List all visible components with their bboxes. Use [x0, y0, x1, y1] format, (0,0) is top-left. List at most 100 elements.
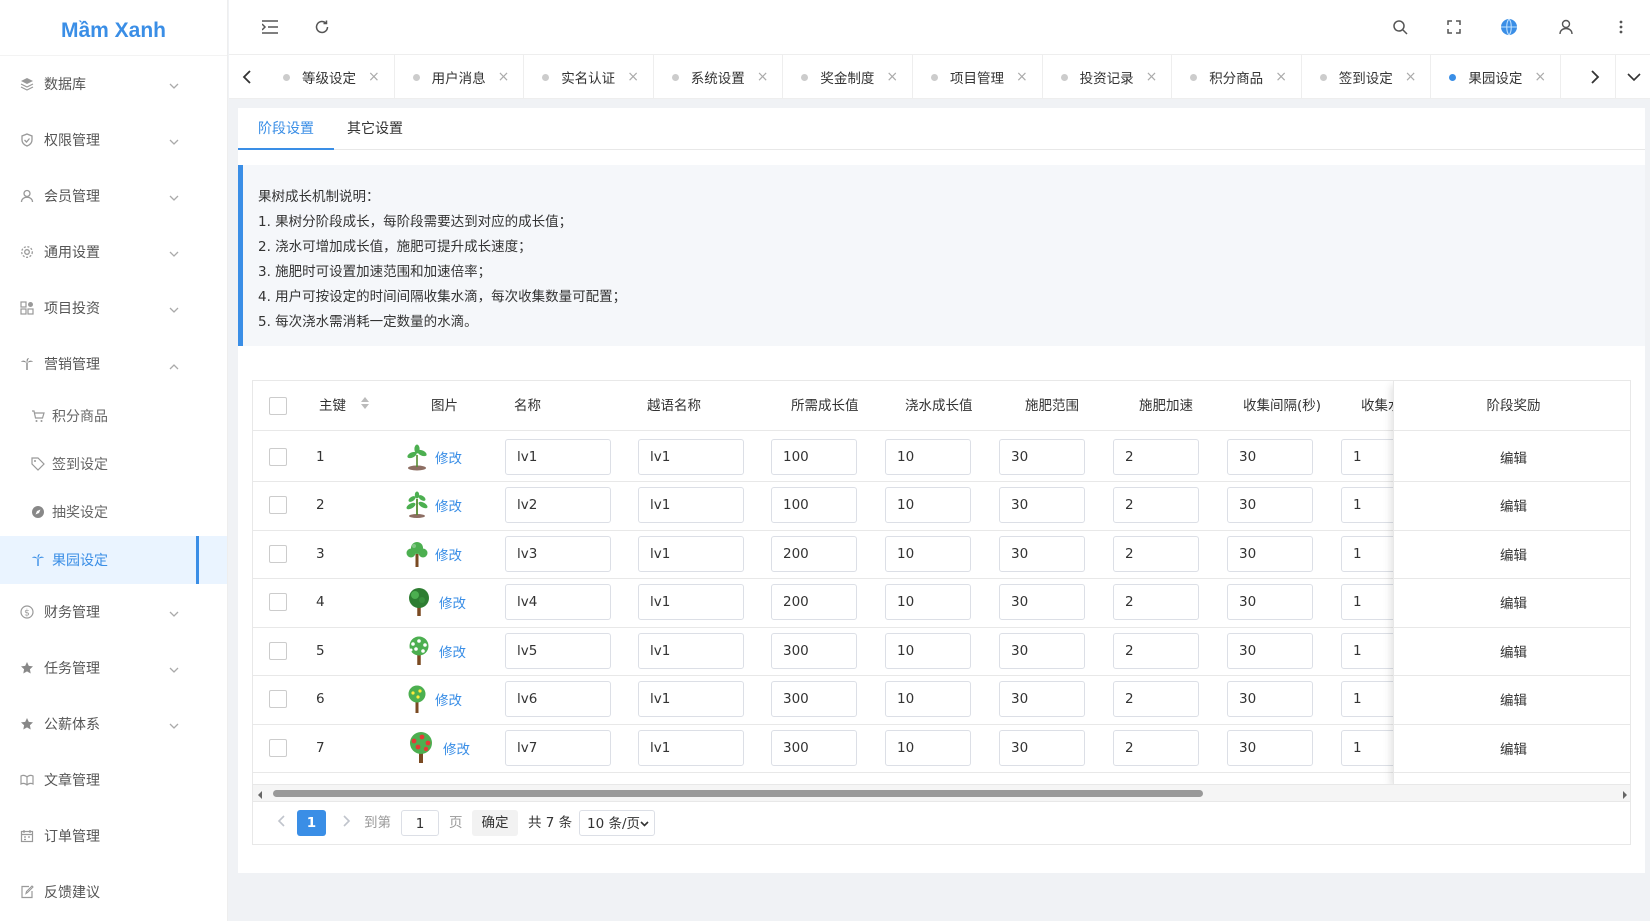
- tab-item[interactable]: 签到设定 ×: [1302, 55, 1432, 99]
- row-checkbox[interactable]: [269, 625, 287, 676]
- interval-input[interactable]: 30: [1227, 681, 1313, 717]
- edit-reward-button[interactable]: 编辑: [1394, 674, 1630, 725]
- close-icon[interactable]: ×: [1405, 69, 1417, 85]
- sidebar-subitem[interactable]: 果园设定: [0, 536, 227, 584]
- header-id[interactable]: 主键: [319, 381, 370, 431]
- row-checkbox[interactable]: [269, 528, 287, 579]
- name-input[interactable]: lv7: [505, 729, 611, 766]
- growth-input[interactable]: 300: [771, 729, 857, 766]
- collect-input[interactable]: 1: [1341, 438, 1401, 475]
- edit-reward-button[interactable]: 编辑: [1394, 431, 1630, 482]
- interval-input[interactable]: 30: [1227, 535, 1313, 572]
- collect-input[interactable]: 1: [1341, 584, 1401, 620]
- tab-item[interactable]: 投资记录 ×: [1043, 55, 1173, 99]
- sidebar-item[interactable]: 公薪体系: [0, 696, 227, 752]
- name-input[interactable]: lv5: [505, 632, 611, 669]
- app-logo[interactable]: Mầm Xanh: [0, 0, 227, 56]
- horizontal-scrollbar[interactable]: [253, 784, 1630, 801]
- fert-speed-input[interactable]: 2: [1113, 584, 1199, 620]
- close-icon[interactable]: ×: [1275, 69, 1287, 85]
- edit-image-link[interactable]: 修改: [435, 447, 462, 467]
- edit-reward-button[interactable]: 编辑: [1394, 722, 1630, 773]
- vi-name-input[interactable]: lv1: [638, 681, 744, 717]
- close-icon[interactable]: ×: [1534, 69, 1546, 85]
- sidebar-item[interactable]: 数据库: [0, 56, 227, 112]
- fert-range-input[interactable]: 30: [999, 438, 1085, 475]
- page-1-button[interactable]: 1: [297, 810, 326, 836]
- water-input[interactable]: 10: [885, 681, 971, 717]
- water-input[interactable]: 10: [885, 487, 971, 523]
- water-input[interactable]: 10: [885, 438, 971, 475]
- tab-item[interactable]: 奖金制度 ×: [783, 55, 913, 99]
- edit-reward-button[interactable]: 编辑: [1394, 625, 1630, 676]
- sidebar-item[interactable]: 文章管理: [0, 752, 227, 808]
- prev-page-icon[interactable]: [271, 810, 291, 836]
- interval-input[interactable]: 30: [1227, 632, 1313, 669]
- sidebar-item[interactable]: $ 财务管理: [0, 584, 227, 640]
- tabs-scroll-left-icon[interactable]: [229, 55, 265, 99]
- fert-range-input[interactable]: 30: [999, 632, 1085, 669]
- row-checkbox[interactable]: [269, 722, 287, 773]
- tab-other-settings[interactable]: 其它设置: [340, 108, 410, 150]
- scrollbar-thumb[interactable]: [273, 790, 1203, 797]
- scroll-left-icon[interactable]: [257, 788, 263, 801]
- collect-input[interactable]: 1: [1341, 535, 1401, 572]
- vi-name-input[interactable]: lv1: [638, 632, 744, 669]
- close-icon[interactable]: ×: [1146, 69, 1158, 85]
- fert-speed-input[interactable]: 2: [1113, 729, 1199, 766]
- interval-input[interactable]: 30: [1227, 729, 1313, 766]
- sort-icon[interactable]: [360, 381, 370, 431]
- collect-input[interactable]: 1: [1341, 681, 1401, 717]
- growth-input[interactable]: 300: [771, 632, 857, 669]
- sidebar-item[interactable]: 任务管理: [0, 640, 227, 696]
- scroll-right-icon[interactable]: [1622, 788, 1628, 801]
- fert-speed-input[interactable]: 2: [1113, 487, 1199, 523]
- sidebar-subitem[interactable]: 积分商品: [0, 392, 227, 440]
- row-checkbox[interactable]: [269, 577, 287, 628]
- water-input[interactable]: 10: [885, 632, 971, 669]
- sidebar-item[interactable]: 项目投资: [0, 280, 227, 336]
- page-size-select[interactable]: 10 条/页: [579, 810, 655, 836]
- edit-image-link[interactable]: 修改: [435, 544, 462, 564]
- water-input[interactable]: 10: [885, 584, 971, 620]
- close-icon[interactable]: ×: [757, 69, 769, 85]
- row-checkbox[interactable]: [269, 431, 287, 482]
- edit-reward-button[interactable]: 编辑: [1394, 577, 1630, 628]
- tabs-scroll-right-icon[interactable]: [1577, 55, 1613, 99]
- fert-range-input[interactable]: 30: [999, 535, 1085, 572]
- vi-name-input[interactable]: lv1: [638, 729, 744, 766]
- fert-range-input[interactable]: 30: [999, 487, 1085, 523]
- fert-speed-input[interactable]: 2: [1113, 681, 1199, 717]
- interval-input[interactable]: 30: [1227, 584, 1313, 620]
- vi-name-input[interactable]: lv1: [638, 487, 744, 523]
- next-page-icon[interactable]: [337, 810, 357, 836]
- close-icon[interactable]: ×: [627, 69, 639, 85]
- edit-image-link[interactable]: 修改: [443, 738, 470, 758]
- tab-item[interactable]: 等级设定 ×: [265, 55, 395, 99]
- fert-speed-input[interactable]: 2: [1113, 632, 1199, 669]
- fert-range-input[interactable]: 30: [999, 681, 1085, 717]
- row-checkbox[interactable]: [269, 480, 287, 531]
- interval-input[interactable]: 30: [1227, 487, 1313, 523]
- close-icon[interactable]: ×: [1016, 69, 1028, 85]
- sidebar-item[interactable]: 订单管理: [0, 808, 227, 864]
- tab-stage-settings[interactable]: 阶段设置: [238, 108, 334, 150]
- collect-input[interactable]: 1: [1341, 632, 1401, 669]
- sidebar-item[interactable]: 权限管理: [0, 112, 227, 168]
- tab-item[interactable]: 系统设置 ×: [654, 55, 784, 99]
- edit-image-link[interactable]: 修改: [435, 495, 462, 515]
- collect-input[interactable]: 1: [1341, 729, 1401, 766]
- water-input[interactable]: 10: [885, 729, 971, 766]
- menu-collapse-icon[interactable]: [259, 16, 281, 38]
- tab-item[interactable]: 实名认证 ×: [524, 55, 654, 99]
- fullscreen-icon[interactable]: [1443, 16, 1465, 38]
- tab-item[interactable]: 果园设定 ×: [1431, 55, 1561, 99]
- sidebar-item[interactable]: 营销管理: [0, 336, 227, 392]
- fert-speed-input[interactable]: 2: [1113, 535, 1199, 572]
- vi-name-input[interactable]: lv1: [638, 438, 744, 475]
- name-input[interactable]: lv3: [505, 535, 611, 572]
- edit-image-link[interactable]: 修改: [439, 592, 466, 612]
- fert-range-input[interactable]: 30: [999, 584, 1085, 620]
- select-all-checkbox[interactable]: [269, 397, 287, 415]
- refresh-icon[interactable]: [311, 16, 333, 38]
